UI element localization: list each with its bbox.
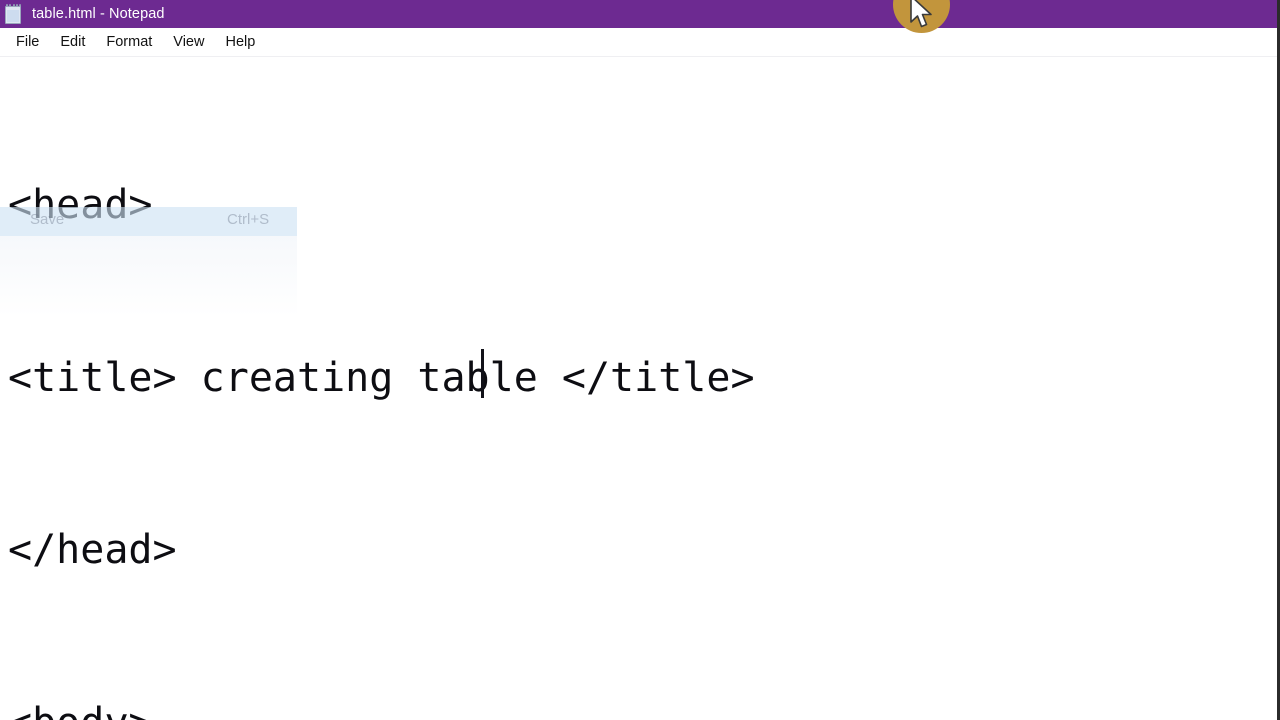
code-line: </head> (8, 527, 177, 573)
window-title: table.html - Notepad (32, 6, 165, 22)
menu-item-help[interactable]: Help (215, 32, 266, 52)
menu-item-edit[interactable]: Edit (50, 32, 96, 52)
notepad-icon (4, 4, 23, 25)
menu-item-view[interactable]: View (163, 32, 215, 52)
mouse-pointer-icon (910, 0, 932, 28)
menu-item-format[interactable]: Format (96, 32, 163, 52)
code-line: <head> (8, 182, 153, 228)
code-line: <title> creating table </title> (8, 354, 755, 401)
code-line: <body> (8, 695, 755, 720)
notepad-icon-page-inner (7, 10, 19, 22)
text-editing-area[interactable]: Save Ctrl+S <head> <title> creating tabl… (0, 57, 1280, 720)
notepad-window: table.html - Notepad File Edit Format Vi… (0, 0, 1280, 720)
text-caret (481, 349, 484, 398)
menu-bar: File Edit Format View Help (0, 28, 1280, 57)
document-text[interactable]: <head> <title> creating table </title> <… (8, 62, 755, 720)
menu-item-file[interactable]: File (6, 32, 50, 52)
window-titlebar[interactable]: table.html - Notepad (0, 0, 1280, 28)
